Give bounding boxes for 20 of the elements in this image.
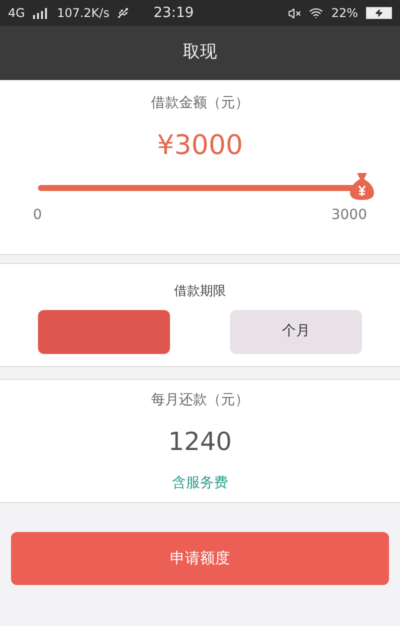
slider-max-label: 3000 bbox=[331, 206, 367, 224]
wifi-icon bbox=[309, 6, 324, 20]
term-option[interactable]: 个月 bbox=[230, 310, 362, 354]
service-fee-note: 含服务费 bbox=[172, 474, 228, 492]
battery-icon bbox=[366, 7, 392, 19]
amount-label: 借款金额（元） bbox=[151, 94, 249, 113]
speed-label: 107.2K/s bbox=[56, 5, 110, 22]
repayment-value: 1240 bbox=[168, 426, 232, 458]
money-bag-icon[interactable] bbox=[348, 170, 376, 200]
repayment-label: 每月还款（元） bbox=[151, 391, 249, 410]
page-title: 取现 bbox=[183, 41, 217, 64]
amount-value: ¥3000 bbox=[157, 129, 243, 163]
usb-icon bbox=[117, 7, 130, 19]
battery-label: 22% bbox=[331, 5, 358, 22]
signal-icon bbox=[32, 8, 49, 18]
network-label: 4G bbox=[8, 5, 25, 22]
mute-icon bbox=[288, 6, 302, 20]
slider-min-label: 0 bbox=[33, 206, 42, 224]
term-label: 借款期限 bbox=[174, 283, 226, 301]
time-label: 23:19 bbox=[153, 4, 194, 22]
